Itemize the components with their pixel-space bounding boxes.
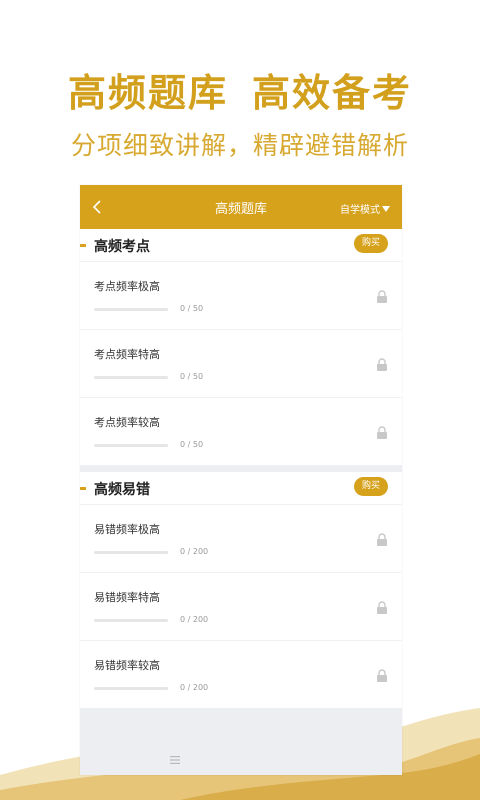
mode-selector[interactable]: 自学模式: [340, 201, 390, 216]
progress-count: 0 / 50: [180, 372, 204, 381]
list-item[interactable]: 易错频率极高 0 / 200: [80, 505, 402, 573]
mode-label: 自学模式: [340, 205, 380, 216]
progress-bar: [94, 308, 168, 311]
section-header: 高频易错 购买: [80, 472, 402, 505]
menu-icon[interactable]: [170, 756, 180, 764]
progress-bar: [94, 687, 168, 690]
item-title: 易错频率较高: [94, 659, 160, 672]
hero-title-right: 高效备考: [252, 71, 413, 115]
app-screen: 高频题库 自学模式 高频考点 购买 考点频率极高 0 / 50 考点频率特高 0…: [80, 185, 402, 775]
progress-count: 0 / 50: [180, 440, 204, 449]
hero-title-left: 高频题库: [67, 71, 228, 115]
lock-icon: [377, 601, 387, 614]
list-item[interactable]: 易错频率较高 0 / 200: [80, 641, 402, 708]
lock-icon: [377, 290, 387, 303]
hero-title: 高频题库 高效备考: [0, 62, 480, 117]
caret-down-icon: [382, 206, 390, 212]
section-header: 高频考点 购买: [80, 229, 402, 262]
item-title: 易错频率特高: [94, 591, 160, 604]
section-high-frequency-points: 高频考点 购买 考点频率极高 0 / 50 考点频率特高 0 / 50 考点频率…: [80, 229, 402, 465]
list-item[interactable]: 考点频率较高 0 / 50: [80, 398, 402, 465]
section-title: 高频易错: [94, 482, 150, 498]
lock-icon: [377, 533, 387, 546]
navbar: 高频题库 自学模式: [80, 185, 402, 229]
progress-bar: [94, 551, 168, 554]
lock-icon: [377, 358, 387, 371]
list-item[interactable]: 易错频率特高 0 / 200: [80, 573, 402, 641]
section-divider: [80, 465, 402, 472]
list-item[interactable]: 考点频率极高 0 / 50: [80, 262, 402, 330]
hero-subtitle: 分项细致讲解，精辟避错解析: [70, 131, 409, 160]
lock-icon: [377, 669, 387, 682]
buy-button[interactable]: 购买: [354, 234, 388, 253]
bottom-area: [80, 708, 402, 768]
progress-count: 0 / 200: [180, 683, 209, 692]
section-high-frequency-errors: 高频易错 购买 易错频率极高 0 / 200 易错频率特高 0 / 200 易错…: [80, 472, 402, 708]
section-marker: [80, 487, 86, 490]
progress-count: 0 / 200: [180, 615, 209, 624]
progress-bar: [94, 444, 168, 447]
item-title: 考点频率特高: [94, 348, 160, 361]
progress-count: 0 / 50: [180, 304, 204, 313]
item-title: 考点频率较高: [94, 416, 160, 429]
lock-icon: [377, 426, 387, 439]
section-title: 高频考点: [94, 239, 150, 255]
progress-bar: [94, 619, 168, 622]
section-marker: [80, 244, 86, 247]
item-title: 考点频率极高: [94, 280, 160, 293]
progress-count: 0 / 200: [180, 547, 209, 556]
item-title: 易错频率极高: [94, 523, 160, 536]
progress-bar: [94, 376, 168, 379]
list-item[interactable]: 考点频率特高 0 / 50: [80, 330, 402, 398]
buy-button[interactable]: 购买: [354, 477, 388, 496]
